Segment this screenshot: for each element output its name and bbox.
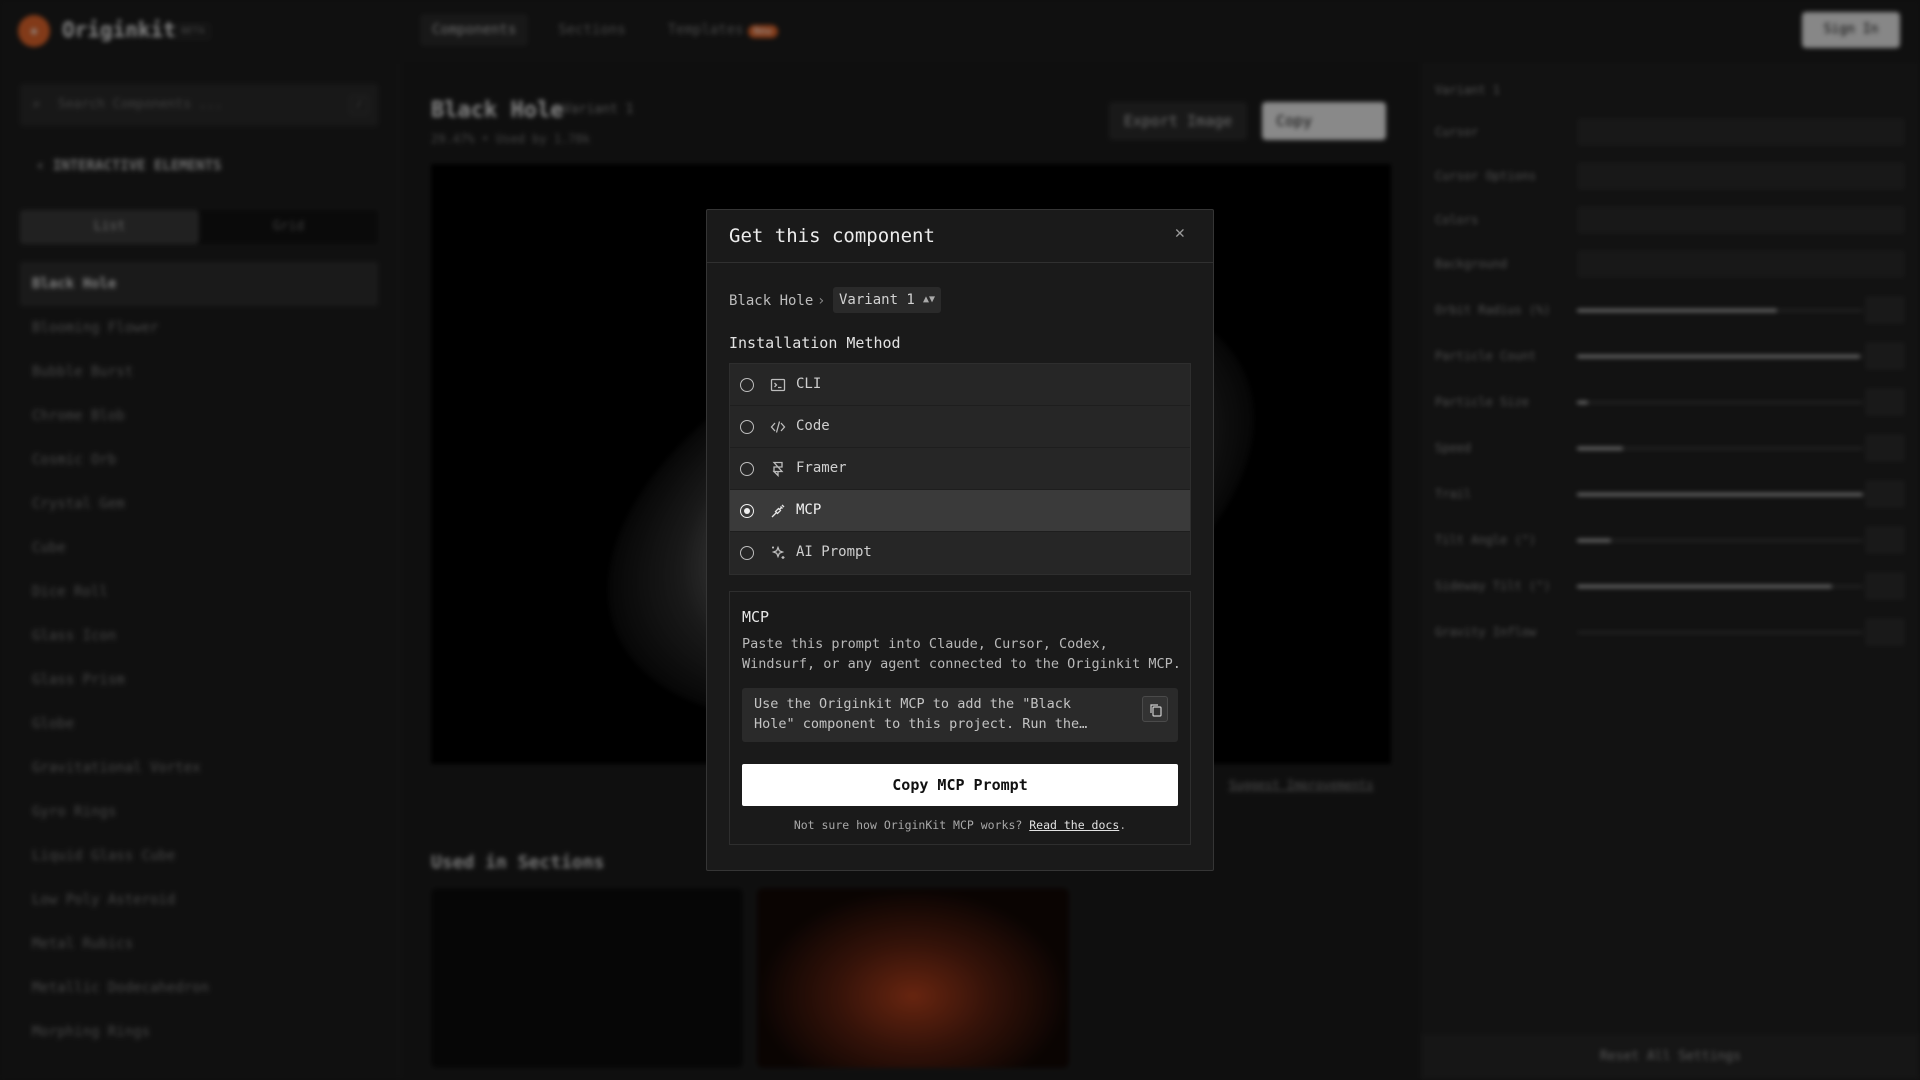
method-option-framer[interactable]: Framer [730, 448, 1190, 490]
method-details: MCP Paste this prompt into Claude, Curso… [729, 591, 1191, 845]
chevron-up-down-icon: ▲▼ [922, 294, 935, 305]
prompt-preview: Use the Originkit MCP to add the "Black … [742, 688, 1178, 742]
radio-button[interactable] [740, 420, 754, 434]
radio-button[interactable] [740, 546, 754, 560]
radio-button[interactable] [740, 462, 754, 476]
dialog-header: Get this component ✕ [707, 210, 1213, 263]
method-label: MCP [796, 502, 822, 518]
help-text-label: Not sure how OriginKit MCP works? [793, 818, 1023, 832]
installation-method-label: Installation Method [729, 334, 901, 352]
dialog-title: Get this component [729, 225, 935, 247]
method-option-code[interactable]: Code [730, 406, 1190, 448]
copy-mcp-prompt-button[interactable]: Copy MCP Prompt [742, 764, 1178, 806]
prompt-text: Use the Originkit MCP to add the "Black … [754, 696, 1088, 732]
help-text-end: . [1119, 818, 1127, 832]
radio-button[interactable] [740, 378, 754, 392]
sparkles-icon [771, 545, 785, 559]
method-label: CLI [796, 376, 822, 392]
method-label: Code [796, 418, 830, 434]
radio-button-selected[interactable] [740, 504, 754, 518]
variant-select[interactable]: Variant 1 ▲▼ [833, 287, 941, 313]
method-option-ai-prompt[interactable]: AI Prompt [730, 532, 1190, 574]
method-details-description: Paste this prompt into Claude, Cursor, C… [742, 636, 1181, 672]
variant-select-value: Variant 1 [839, 292, 915, 308]
close-icon[interactable]: ✕ [1175, 223, 1185, 243]
copy-icon[interactable] [1142, 696, 1168, 722]
framer-icon [772, 461, 784, 477]
method-option-cli[interactable]: CLI [730, 364, 1190, 406]
plug-icon [771, 504, 785, 518]
method-option-mcp[interactable]: MCP [730, 490, 1190, 532]
installation-method-list: CLI Code Framer MCP AI Prompt [729, 363, 1191, 575]
get-component-dialog: Get this component ✕ Black Hole › Varian… [706, 209, 1214, 871]
read-docs-link[interactable]: Read the docs [1029, 818, 1119, 832]
help-text: Not sure how OriginKit MCP works? Read t… [730, 818, 1190, 832]
code-icon [770, 421, 786, 433]
method-label: Framer [796, 460, 847, 476]
breadcrumb-component: Black Hole [729, 293, 814, 309]
method-details-title: MCP [742, 608, 770, 626]
breadcrumb-separator: › [817, 293, 826, 309]
method-label: AI Prompt [796, 544, 872, 560]
terminal-icon [770, 378, 786, 392]
